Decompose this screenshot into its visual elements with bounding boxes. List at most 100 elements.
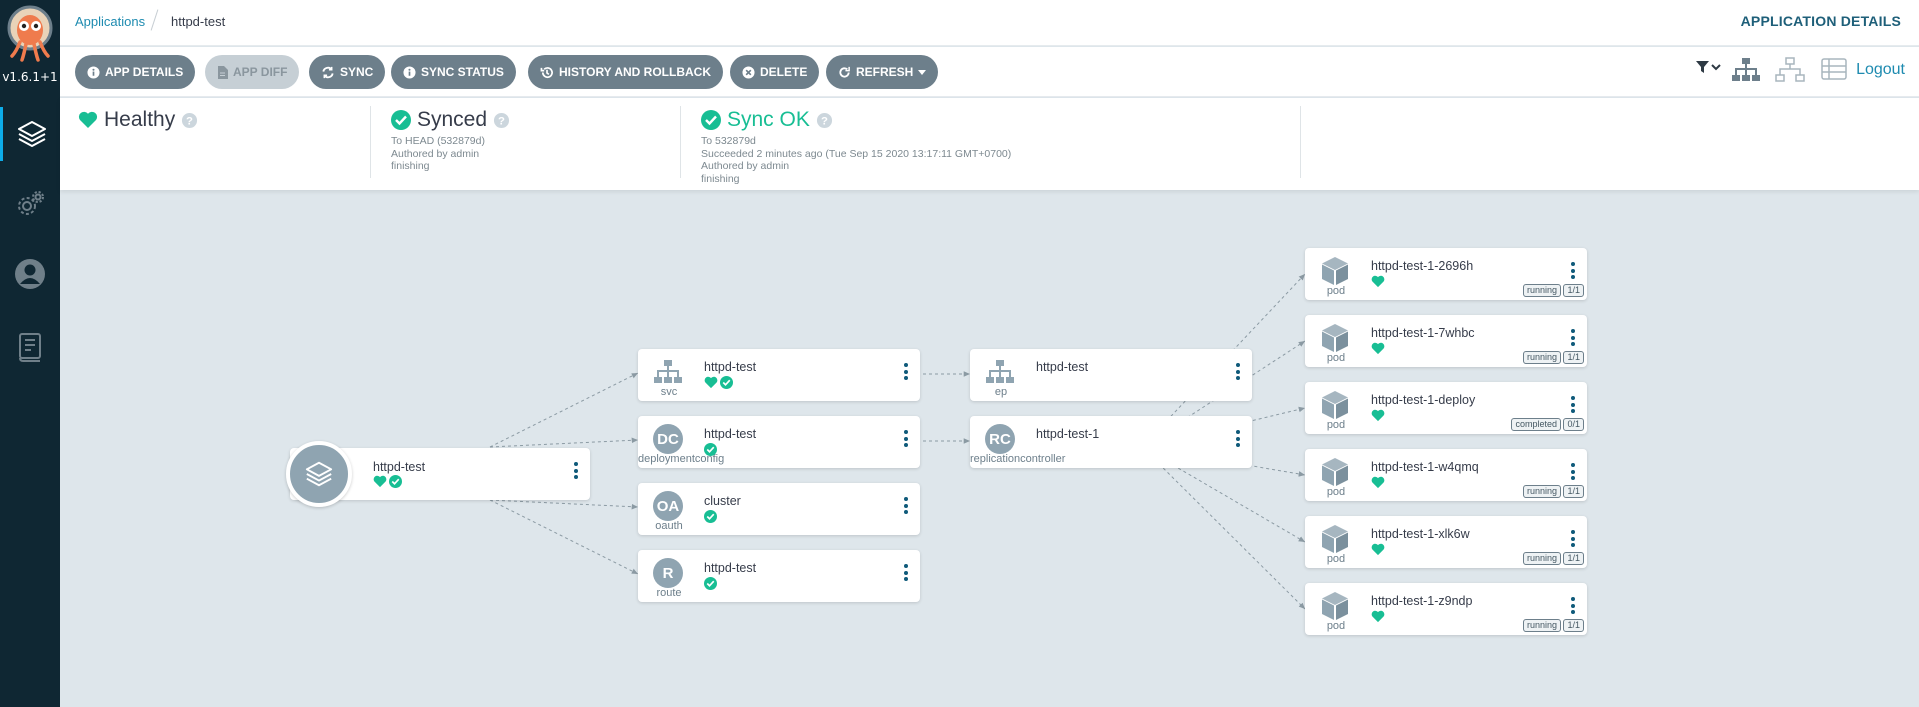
kebab-menu-icon[interactable] xyxy=(904,430,908,450)
layers-icon xyxy=(16,118,48,150)
check-circle-icon xyxy=(389,475,402,493)
pod-node[interactable]: pod httpd-test-1-z9ndp running 1/1 xyxy=(1305,583,1587,635)
sync-status-button[interactable]: SYNC STATUS xyxy=(391,55,516,89)
network-view-icon[interactable] xyxy=(1775,57,1805,88)
resource-name: httpd-test-1 xyxy=(1036,427,1100,441)
pod-node[interactable]: pod httpd-test-1-w4qmq running 1/1 xyxy=(1305,449,1587,501)
resource-graph: httpd-test svc httpd-test DC deploymentc… xyxy=(60,190,1919,707)
resource-node[interactable]: RC replicationcontroller httpd-test-1 xyxy=(970,416,1252,468)
logout-link[interactable]: Logout xyxy=(1856,61,1905,79)
app-diff-label: APP DIFF xyxy=(233,65,288,79)
history-rollback-button[interactable]: HISTORY AND ROLLBACK xyxy=(528,55,724,89)
sync-revision[interactable]: To HEAD (532879d) xyxy=(391,135,510,148)
resource-node[interactable]: DC deploymentconfig httpd-test xyxy=(638,416,920,468)
kebab-menu-icon[interactable] xyxy=(574,462,578,479)
heart-icon xyxy=(1371,476,1385,494)
operation-status: Sync OK ? To 532879d Succeeded 2 minutes… xyxy=(701,108,1011,185)
resource-status xyxy=(704,510,717,528)
resource-node[interactable]: svc httpd-test xyxy=(638,349,920,401)
sync-button[interactable]: SYNC xyxy=(309,55,386,89)
cube-icon xyxy=(1319,590,1351,622)
kebab-menu-icon[interactable] xyxy=(1571,463,1575,483)
operation-label: Sync OK xyxy=(727,108,810,131)
caret-down-icon xyxy=(918,69,927,75)
resource-kind: pod xyxy=(1326,553,1346,565)
status-panel: Healthy ? Synced ? To HEAD (532879d) Aut… xyxy=(60,98,1919,190)
sidebar-item-applications[interactable] xyxy=(0,107,60,161)
pod-name: httpd-test-1-2696h xyxy=(1371,259,1474,273)
pod-state-tag: running xyxy=(1522,351,1561,364)
help-icon[interactable]: ? xyxy=(816,112,833,129)
kebab-menu-icon[interactable] xyxy=(1571,597,1575,617)
heart-icon xyxy=(1371,275,1385,293)
health-label: Healthy xyxy=(104,108,176,131)
kebab-menu-icon[interactable] xyxy=(904,564,908,584)
list-view-icon[interactable] xyxy=(1821,57,1847,86)
kebab-menu-icon[interactable] xyxy=(1571,530,1575,550)
svg-text:?: ? xyxy=(498,115,505,127)
kebab-menu-icon[interactable] xyxy=(1571,262,1575,282)
kebab-menu-icon[interactable] xyxy=(1571,396,1575,416)
app-diff-button[interactable]: APP DIFF xyxy=(205,55,300,89)
resource-kind: oauth xyxy=(655,520,683,532)
help-icon[interactable]: ? xyxy=(181,112,198,129)
check-circle-icon xyxy=(704,577,717,595)
sidebar-item-settings[interactable] xyxy=(0,177,60,231)
breadcrumb-applications[interactable]: Applications xyxy=(75,14,145,29)
pod-node[interactable]: pod httpd-test-1-7whbc running 1/1 xyxy=(1305,315,1587,367)
info-icon xyxy=(87,65,100,79)
pod-state-tag: running xyxy=(1522,552,1561,565)
pod-node[interactable]: pod httpd-test-1-2696h running 1/1 xyxy=(1305,248,1587,300)
sidebar-item-docs[interactable] xyxy=(0,320,60,374)
sync-status-label: SYNC STATUS xyxy=(421,65,504,79)
app-details-button[interactable]: APP DETAILS xyxy=(75,55,196,89)
resource-status xyxy=(704,376,733,394)
pod-ready-tag: 1/1 xyxy=(1563,284,1584,297)
info-icon xyxy=(403,65,416,79)
svg-text:?: ? xyxy=(186,115,193,127)
resource-kind: deploymentconfig xyxy=(638,453,725,465)
sidebar-item-user-info[interactable] xyxy=(0,247,60,301)
kebab-menu-icon[interactable] xyxy=(1571,329,1575,349)
status-divider xyxy=(1300,106,1301,178)
filter-icon[interactable] xyxy=(1695,57,1723,82)
pod-health xyxy=(1371,275,1385,293)
page-title: APPLICATION DETAILS xyxy=(1740,13,1901,29)
operation-revision[interactable]: To 532879d xyxy=(701,135,1011,148)
kebab-menu-icon[interactable] xyxy=(904,497,908,517)
kebab-menu-icon[interactable] xyxy=(1236,430,1240,450)
help-icon[interactable]: ? xyxy=(493,112,510,129)
argo-logo[interactable] xyxy=(6,4,54,66)
pod-health xyxy=(1371,342,1385,360)
pod-health xyxy=(1371,610,1385,628)
kebab-menu-icon[interactable] xyxy=(904,363,908,383)
pod-name: httpd-test-1-z9ndp xyxy=(1371,594,1473,608)
pod-state-tag: running xyxy=(1522,619,1561,632)
resource-node[interactable]: OA oauth cluster xyxy=(638,483,920,535)
refresh-button[interactable]: REFRESH xyxy=(826,55,939,89)
app-node-status xyxy=(373,475,402,493)
refresh-label: REFRESH xyxy=(856,65,914,79)
toolbar: APP DETAILS APP DIFF SYNC SYNC STATUS HI… xyxy=(60,47,1919,97)
pod-name: httpd-test-1-xlk6w xyxy=(1371,527,1470,541)
network-icon xyxy=(984,356,1016,388)
kebab-menu-icon[interactable] xyxy=(1236,363,1240,383)
svg-text:?: ? xyxy=(821,115,828,127)
pod-state-tag: running xyxy=(1522,284,1561,297)
pod-node[interactable]: pod httpd-test-1-deploy completed 0/1 xyxy=(1305,382,1587,434)
resource-kind: pod xyxy=(1326,620,1346,632)
pod-node[interactable]: pod httpd-test-1-xlk6w running 1/1 xyxy=(1305,516,1587,568)
delete-button[interactable]: DELETE xyxy=(730,55,820,89)
resource-kind: route xyxy=(656,587,682,599)
resource-node[interactable]: R route httpd-test xyxy=(638,550,920,602)
pod-name: httpd-test-1-w4qmq xyxy=(1371,460,1479,474)
history-icon xyxy=(540,66,554,79)
resource-kind-badge: RC xyxy=(984,423,1016,455)
history-label: HISTORY AND ROLLBACK xyxy=(559,65,712,79)
version-label: v1.6.1+1 xyxy=(2,70,58,84)
operation-author: Authored by admin xyxy=(701,160,790,172)
tree-view-icon[interactable] xyxy=(1731,57,1761,88)
resource-node[interactable]: ep httpd-test xyxy=(970,349,1252,401)
resource-kind: pod xyxy=(1326,419,1346,431)
resource-name: httpd-test xyxy=(1036,360,1089,374)
